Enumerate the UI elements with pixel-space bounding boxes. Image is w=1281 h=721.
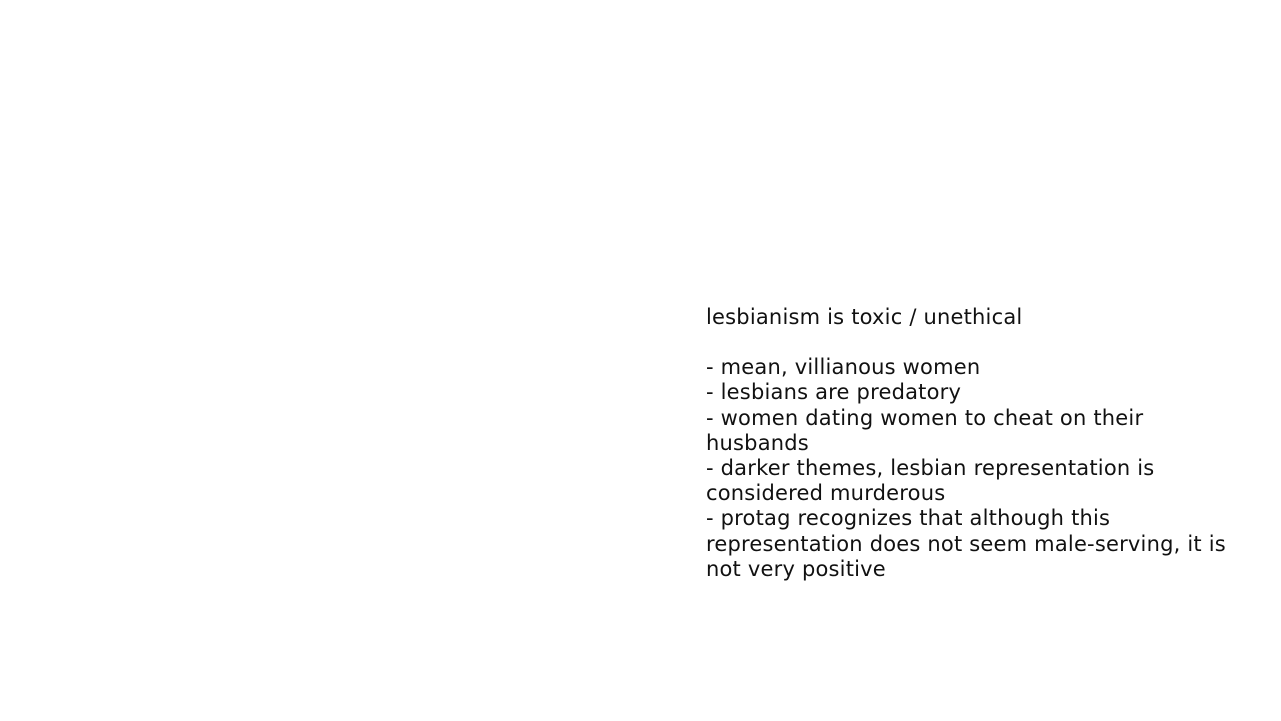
bullet-list: - mean, villianous women - lesbians are … — [706, 355, 1246, 582]
bullet-item: - darker themes, lesbian representation … — [706, 456, 1155, 506]
slide-heading: lesbianism is toxic / unethical — [706, 305, 1023, 329]
bullet-item: - mean, villianous women — [706, 355, 981, 380]
bullet-item: - women dating women to cheat on their h… — [706, 405, 1144, 455]
bullet-item: - lesbians are predatory — [706, 380, 962, 405]
slide-text-block: lesbianism is toxic / unethical - mean, … — [706, 305, 1246, 582]
bullet-item: - protag recognizes that although this r… — [706, 506, 1226, 581]
slide-canvas: lesbianism is toxic / unethical - mean, … — [0, 0, 1281, 721]
